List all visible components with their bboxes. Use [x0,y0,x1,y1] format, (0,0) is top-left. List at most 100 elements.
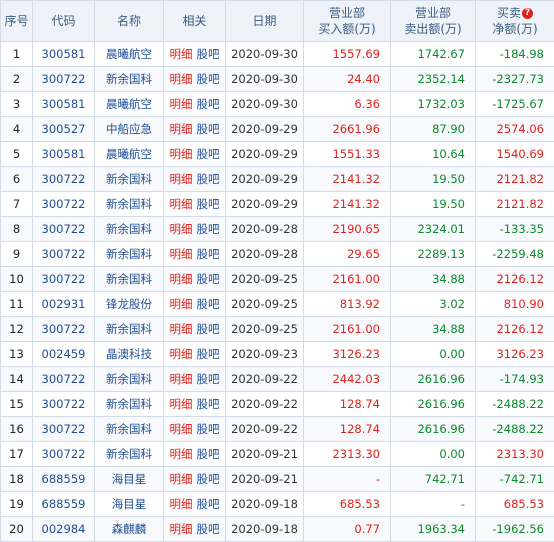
stock-code-link[interactable]: 300722 [32,216,95,242]
header-name[interactable]: 名称 [94,0,164,42]
detail-link[interactable]: 明细 [170,172,193,186]
stock-code-link[interactable]: 300722 [32,441,95,467]
detail-link[interactable]: 明细 [170,222,193,236]
detail-link[interactable]: 明细 [170,97,193,111]
detail-link[interactable]: 明细 [170,147,193,161]
detail-link[interactable]: 明细 [170,322,193,336]
help-icon[interactable]: ? [522,8,533,19]
stock-code-link[interactable]: 300722 [32,191,95,217]
forum-link[interactable]: 股吧 [197,172,220,186]
stock-code-link[interactable]: 300722 [32,416,95,442]
stock-name-link[interactable]: 锋龙股份 [94,291,164,317]
stock-code-link[interactable]: 002931 [32,291,95,317]
stock-name-link[interactable]: 晨曦航空 [94,41,164,67]
forum-link[interactable]: 股吧 [197,247,220,261]
forum-link[interactable]: 股吧 [197,522,220,536]
detail-link[interactable]: 明细 [170,397,193,411]
stock-name-link[interactable]: 新余国科 [94,416,164,442]
forum-link[interactable]: 股吧 [197,122,220,136]
header-buy-amount[interactable]: 营业部 买入额(万) [303,0,391,42]
stock-name-link[interactable]: 新余国科 [94,316,164,342]
stock-code-link[interactable]: 300722 [32,316,95,342]
forum-link[interactable]: 股吧 [197,97,220,111]
stock-code-link[interactable]: 300722 [32,266,95,292]
detail-link[interactable]: 明细 [170,272,193,286]
detail-link[interactable]: 明细 [170,522,193,536]
header-date[interactable]: 日期 [225,0,304,42]
forum-link[interactable]: 股吧 [197,322,220,336]
header-net-amount[interactable]: 买卖? 净额(万) [475,0,554,42]
stock-name-link[interactable]: 海目星 [94,466,164,492]
sell-amount: 87.90 [390,116,476,142]
stock-code-link[interactable]: 300722 [32,391,95,417]
stock-name-link[interactable]: 中船应急 [94,116,164,142]
stock-code-link[interactable]: 300581 [32,141,95,167]
stock-code-link[interactable]: 300722 [32,66,95,92]
sell-amount: 2616.96 [390,391,476,417]
stock-name-link[interactable]: 新余国科 [94,366,164,392]
net-amount: 2121.82 [475,166,554,192]
forum-link[interactable]: 股吧 [197,422,220,436]
stock-code-link[interactable]: 300722 [32,366,95,392]
detail-link[interactable]: 明细 [170,197,193,211]
detail-link[interactable]: 明细 [170,472,193,486]
forum-link[interactable]: 股吧 [197,147,220,161]
detail-link[interactable]: 明细 [170,47,193,61]
stock-name-link[interactable]: 晨曦航空 [94,141,164,167]
stock-code-link[interactable]: 002459 [32,341,95,367]
trade-date: 2020-09-25 [225,266,304,292]
stock-name-link[interactable]: 新余国科 [94,191,164,217]
forum-link[interactable]: 股吧 [197,372,220,386]
detail-link[interactable]: 明细 [170,122,193,136]
stock-code-link[interactable]: 688559 [32,466,95,492]
detail-link[interactable]: 明细 [170,447,193,461]
buy-amount: - [303,466,391,492]
detail-link[interactable]: 明细 [170,247,193,261]
net-amount: 2121.82 [475,191,554,217]
header-sell-amount[interactable]: 营业部 卖出额(万) [390,0,476,42]
forum-link[interactable]: 股吧 [197,197,220,211]
stock-code-link[interactable]: 002984 [32,516,95,542]
sell-amount: 2324.01 [390,216,476,242]
forum-link[interactable]: 股吧 [197,47,220,61]
header-code[interactable]: 代码 [32,0,95,42]
stock-name-link[interactable]: 新余国科 [94,166,164,192]
forum-link[interactable]: 股吧 [197,72,220,86]
stock-name-link[interactable]: 新余国科 [94,266,164,292]
detail-link[interactable]: 明细 [170,372,193,386]
forum-link[interactable]: 股吧 [197,347,220,361]
stock-code-link[interactable]: 300722 [32,241,95,267]
stock-name-link[interactable]: 新余国科 [94,216,164,242]
stock-name-link[interactable]: 海目星 [94,491,164,517]
forum-link[interactable]: 股吧 [197,472,220,486]
table-row: 1 300581 晨曦航空 明细 股吧 2020-09-30 1557.69 1742.67-… [0,41,554,67]
detail-link[interactable]: 明细 [170,297,193,311]
forum-link[interactable]: 股吧 [197,447,220,461]
forum-link[interactable]: 股吧 [197,397,220,411]
stock-code-link[interactable]: 300722 [32,166,95,192]
stock-name-link[interactable]: 新余国科 [94,66,164,92]
row-index: 5 [0,141,33,167]
forum-link[interactable]: 股吧 [197,297,220,311]
stock-code-link[interactable]: 688559 [32,491,95,517]
buy-amount: 29.65 [303,241,391,267]
stock-name-link[interactable]: 新余国科 [94,391,164,417]
stock-name-link[interactable]: 森麒麟 [94,516,164,542]
detail-link[interactable]: 明细 [170,72,193,86]
stock-code-link[interactable]: 300581 [32,91,95,117]
buy-amount: 813.92 [303,291,391,317]
forum-link[interactable]: 股吧 [197,497,220,511]
detail-link[interactable]: 明细 [170,422,193,436]
forum-link[interactable]: 股吧 [197,272,220,286]
stock-name-link[interactable]: 新余国科 [94,441,164,467]
stock-name-link[interactable]: 新余国科 [94,241,164,267]
stock-name-link[interactable]: 晨曦航空 [94,91,164,117]
stock-name-link[interactable]: 晶澳科技 [94,341,164,367]
forum-link[interactable]: 股吧 [197,222,220,236]
row-index: 3 [0,91,33,117]
stock-code-link[interactable]: 300527 [32,116,95,142]
detail-link[interactable]: 明细 [170,347,193,361]
net-amount: -133.35 [475,216,554,242]
stock-code-link[interactable]: 300581 [32,41,95,67]
detail-link[interactable]: 明细 [170,497,193,511]
